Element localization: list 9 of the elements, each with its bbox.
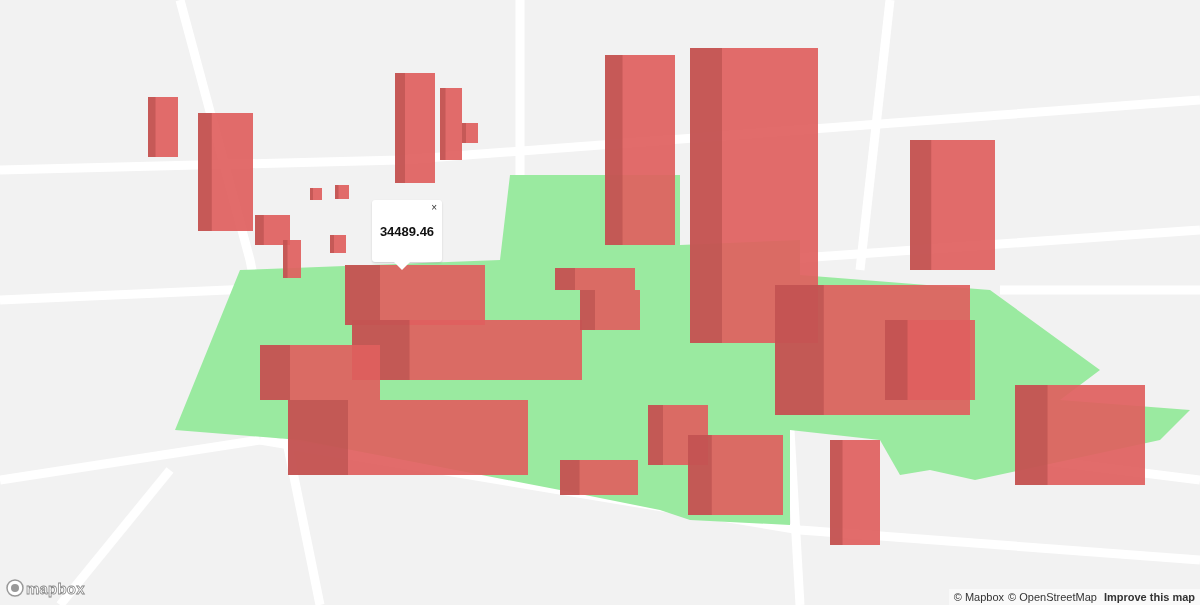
attribution-link[interactable]: © Mapbox <box>953 591 1005 603</box>
popup-pointer <box>394 262 410 270</box>
close-button[interactable]: × <box>429 202 439 213</box>
logo-icon <box>6 579 24 597</box>
attribution-link[interactable]: Improve this map <box>1103 591 1195 603</box>
attribution-link[interactable]: © OpenStreetMap <box>1008 591 1097 603</box>
popup-value: 34489.46 <box>379 223 435 239</box>
logo-wordmark: mapbox <box>26 579 85 597</box>
map-view[interactable]: × 34489.46 mapbox © Mapbox © OpenStreetMap Improve this map <box>0 0 1200 605</box>
